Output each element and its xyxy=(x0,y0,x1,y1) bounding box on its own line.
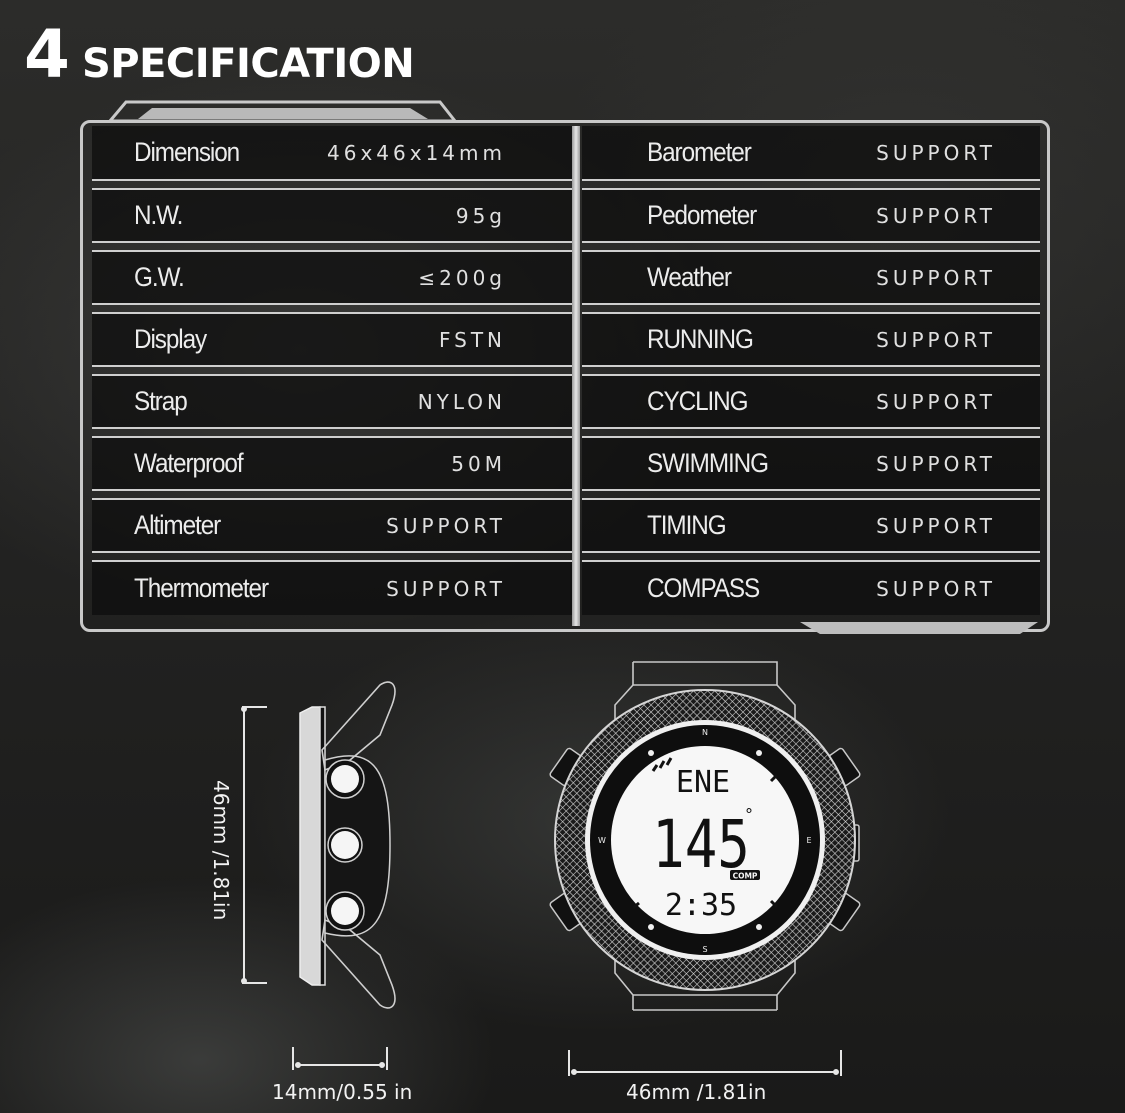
spec-row: Strap NYLON xyxy=(92,374,572,429)
spec-label: Strap xyxy=(134,386,188,416)
section-number: 4 xyxy=(24,16,70,93)
lcd-mode-badge: COMP xyxy=(733,872,758,881)
lcd-direction: ENE xyxy=(676,765,730,800)
spec-row: Altimeter SUPPORT xyxy=(92,498,572,553)
spec-row: G.W. ≤200g xyxy=(92,250,572,305)
lcd-degree-symbol: ° xyxy=(745,805,753,824)
bezel-north: N xyxy=(702,728,708,737)
spec-value: SUPPORT xyxy=(876,265,996,290)
spec-value: SUPPORT xyxy=(876,576,996,601)
bezel-east: E xyxy=(806,836,811,845)
spec-row: CYCLING SUPPORT xyxy=(582,374,1040,429)
section-title: 4 SPECIFICATION xyxy=(24,16,415,93)
spec-value: 95g xyxy=(455,203,506,228)
height-dimension-line xyxy=(241,706,267,984)
lcd-time: 2:35 xyxy=(665,888,737,923)
spec-row: Display FSTN xyxy=(92,312,572,367)
spec-row: TIMING SUPPORT xyxy=(582,498,1040,553)
spec-label: Waterproof xyxy=(134,448,244,478)
spec-row: Thermometer SUPPORT xyxy=(92,560,572,615)
spec-value: SUPPORT xyxy=(876,327,996,352)
spec-label: Dimension xyxy=(134,137,240,167)
bezel-west: W xyxy=(598,836,606,845)
spec-row: N.W. 95g xyxy=(92,188,572,243)
column-divider xyxy=(572,126,580,626)
spec-value: 46x46x14mm xyxy=(327,140,506,165)
spec-column-right: Barometer SUPPORT Pedometer SUPPORT Weathe… xyxy=(582,126,1040,626)
spec-label: CYCLING xyxy=(647,386,749,416)
spec-label: Weather xyxy=(647,262,732,292)
watch-side-view xyxy=(241,681,396,1009)
bezel-edge xyxy=(299,706,321,986)
spec-column-left: Dimension 46x46x14mm N.W. 95g G.W. ≤200g Di… xyxy=(92,126,572,626)
spec-row: RUNNING SUPPORT xyxy=(582,312,1040,367)
spec-label: G.W. xyxy=(134,262,185,292)
spec-row: Dimension 46x46x14mm xyxy=(92,126,572,181)
spec-value: FSTN xyxy=(438,327,506,352)
bezel-south: S xyxy=(702,945,707,954)
spec-value: SUPPORT xyxy=(386,576,506,601)
spec-row: Waterproof 50M xyxy=(92,436,572,491)
watch-front-view: N S W E ENE 145 ° COMP 2:35 xyxy=(549,661,861,1011)
spec-value: SUPPORT xyxy=(876,389,996,414)
spec-label: Barometer xyxy=(647,137,752,167)
spec-label: Display xyxy=(134,324,207,354)
side-thickness-label: 14mm/0.55 in xyxy=(272,1080,413,1104)
spec-label: Thermometer xyxy=(134,573,269,603)
frame-bottom-tab xyxy=(800,622,1038,634)
spec-value: SUPPORT xyxy=(876,140,996,165)
spec-label: RUNNING xyxy=(647,324,754,354)
spec-value: SUPPORT xyxy=(876,451,996,476)
spec-row: Pedometer SUPPORT xyxy=(582,188,1040,243)
spec-value: NYLON xyxy=(417,389,506,414)
spec-value: SUPPORT xyxy=(386,513,506,538)
side-height-label: 46mm /1.81in xyxy=(209,780,233,921)
spec-row: SWIMMING SUPPORT xyxy=(582,436,1040,491)
spec-label: Altimeter xyxy=(134,510,221,540)
front-width-label: 46mm /1.81in xyxy=(626,1080,767,1104)
section-heading: SPECIFICATION xyxy=(81,41,415,87)
spec-value: SUPPORT xyxy=(876,203,996,228)
spec-label: SWIMMING xyxy=(647,448,769,478)
side-buttons xyxy=(325,759,365,931)
spec-label: N.W. xyxy=(134,200,183,230)
spec-value: ≤200g xyxy=(418,265,506,290)
spec-row: Barometer SUPPORT xyxy=(582,126,1040,181)
frame-top-tab xyxy=(106,100,459,123)
spec-value: SUPPORT xyxy=(876,513,996,538)
spec-row: Weather SUPPORT xyxy=(582,250,1040,305)
width-dimension-line xyxy=(568,1050,842,1076)
spec-label: TIMING xyxy=(647,510,727,540)
spec-value: 50M xyxy=(451,451,506,476)
spec-label: COMPASS xyxy=(647,573,760,603)
spec-label: Pedometer xyxy=(647,200,757,230)
spec-row: COMPASS SUPPORT xyxy=(582,560,1040,615)
thickness-dimension-line xyxy=(292,1047,388,1070)
